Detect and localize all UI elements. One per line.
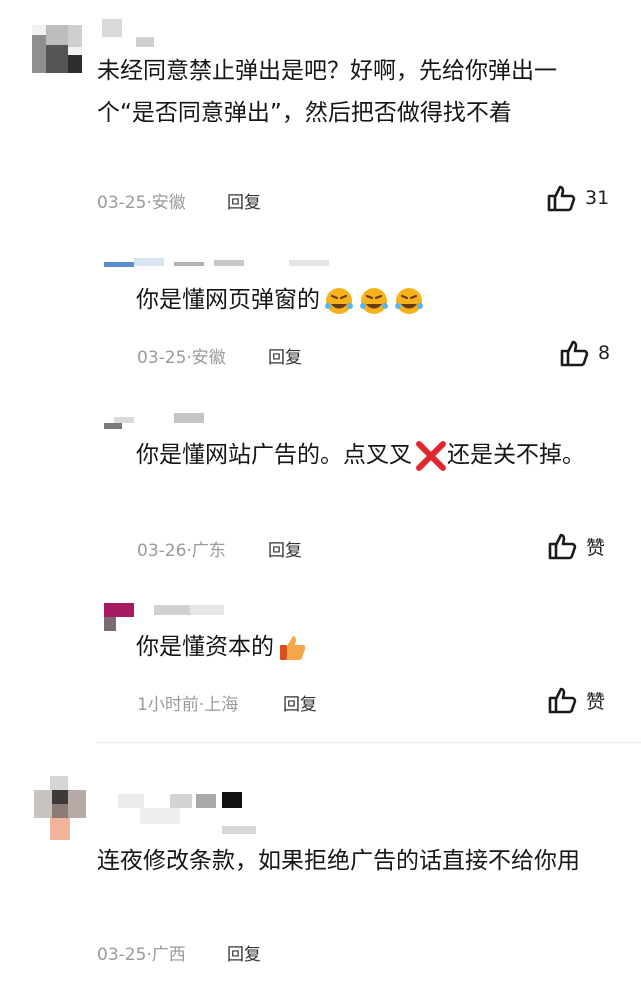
comment-text: 连夜修改条款，如果拒绝广告的话直接不给你用 [97,848,580,874]
reply-username[interactable] [104,413,214,433]
reply-meta: 1小时前·上海 [137,695,239,715]
avatar[interactable] [32,25,82,73]
rolling-laughing-emoji [393,286,425,316]
reply-meta: 03-25·安徽 [137,348,226,368]
reply-button[interactable]: 回复 [268,343,302,368]
thumbs-up-icon [560,340,589,367]
like-count: 31 [585,187,610,209]
thumbs-up-icon [548,533,577,560]
rolling-laughing-emoji [358,286,390,316]
comment-meta: 03-25·安徽 [97,193,186,213]
comment-meta: 03-25·广西 [97,945,186,965]
like-button[interactable]: 31 [547,184,609,212]
rolling-laughing-emoji [323,286,355,316]
thumbs-up-icon [547,185,576,212]
thumbs-up-icon [548,687,577,714]
like-button[interactable]: 8 [560,339,610,367]
reply-meta: 03-26·广东 [137,541,226,561]
reply-button[interactable]: 回复 [227,940,261,965]
reply-button[interactable]: 回复 [227,188,261,213]
red-cross-mark-emoji [415,440,447,471]
reply-text: 你是懂资本的 [136,626,596,668]
divider [96,742,641,743]
reply-button[interactable]: 回复 [283,690,317,715]
like-count: 赞 [586,690,606,713]
reply-text: 你是懂网站广告的。点叉叉 还是关不掉。 [136,434,606,476]
like-button[interactable]: 赞 [548,686,605,714]
reply-button[interactable]: 回复 [268,536,302,561]
avatar[interactable] [34,776,86,842]
like-count: 赞 [586,536,606,559]
reply-username[interactable] [104,258,334,278]
reply-text: 你是懂网页弹窗的 [136,279,596,321]
username[interactable] [100,19,160,49]
comment-text: 未经同意禁止弹出是吧？好啊，先给你弹出一个“是否同意弹出”，然后把否做得找不着 [97,58,557,126]
username[interactable] [110,790,270,840]
thumbs-up-emoji [277,633,309,663]
like-count: 8 [598,342,611,364]
like-button[interactable]: 赞 [548,532,605,560]
